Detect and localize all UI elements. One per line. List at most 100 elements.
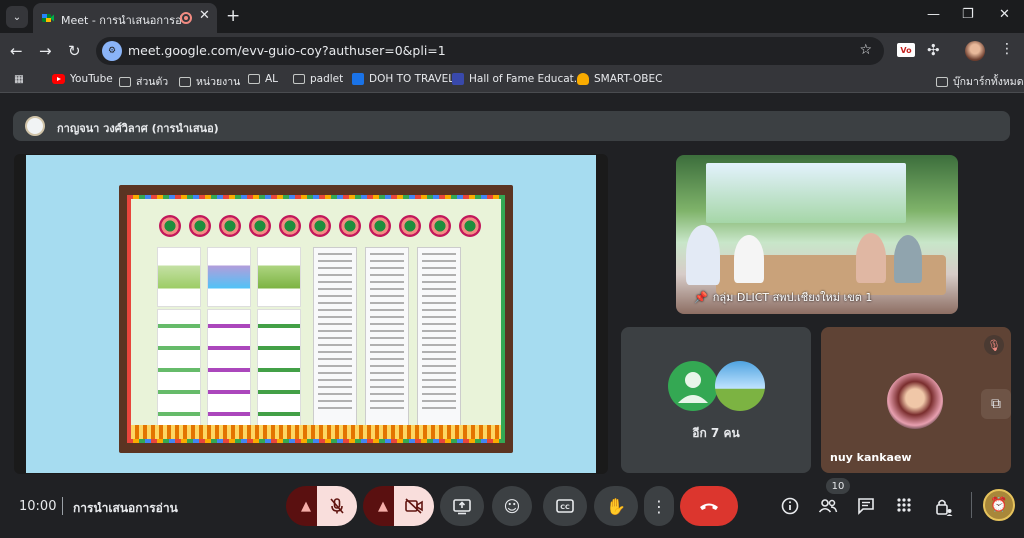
folder-icon (248, 74, 260, 84)
participant-label: 📌 กลุ่ม DLICT สพป.เชียงใหม่ เขต 1 (694, 288, 872, 306)
bookmark-doh-to-travel[interactable]: DOH TO TRAVEL (352, 73, 454, 85)
bookmark-label: YouTube (70, 73, 113, 85)
minimize-button[interactable]: — (927, 7, 940, 22)
new-tab-button[interactable]: + (226, 6, 240, 26)
chrome-menu-icon[interactable]: ⋮ (1000, 41, 1014, 57)
participant-tile-more[interactable]: อีก 7 คน (621, 327, 811, 473)
people-button[interactable] (818, 497, 838, 519)
flower-decoration (429, 215, 451, 237)
word-card-column (207, 309, 251, 427)
info-icon (781, 497, 799, 515)
mic-toggle-button[interactable] (317, 486, 357, 526)
presentation-tile[interactable] (14, 154, 608, 474)
present-screen-button[interactable] (440, 486, 484, 526)
active-tab[interactable]: Meet - การนำเสนอการอ่าน ✕ (33, 3, 217, 33)
reading-sheet-column (365, 247, 409, 427)
extensions-puzzle-icon[interactable]: ✣ (927, 41, 940, 59)
tab-search-button[interactable]: ⌄ (6, 6, 28, 28)
flower-decoration (159, 215, 181, 237)
flower-decoration (369, 215, 391, 237)
participant-tile-nuy[interactable]: 🎙 ⧉ nuy kankaew (821, 327, 1011, 473)
hand-icon: ✋ (606, 496, 626, 516)
participant-name: nuy kankaew (830, 451, 912, 464)
hof-icon (452, 73, 464, 85)
present-screen-icon (453, 499, 471, 515)
emoji-icon: ☺ (503, 496, 521, 516)
flower-decoration (189, 215, 211, 237)
bookmark-youtube[interactable]: YouTube (52, 73, 113, 85)
profile-avatar[interactable] (965, 41, 985, 61)
reload-button[interactable]: ↻ (68, 42, 81, 60)
participant-avatar (715, 361, 765, 411)
bookmark-folder-padlet[interactable]: padlet (293, 73, 343, 85)
meeting-clock: 10:00 (19, 499, 57, 514)
obec-icon (577, 73, 589, 85)
bookmark-label: บุ๊กมาร์กทั้งหมด (953, 76, 1024, 88)
camera-off-icon (405, 498, 423, 514)
bookmark-label: Hall of Fame Educat... (469, 73, 584, 85)
participant-tile-group[interactable]: 📌 กลุ่ม DLICT สพป.เชียงใหม่ เขต 1 (676, 155, 958, 314)
person-image (856, 233, 886, 283)
tab-close-button[interactable]: ✕ (199, 8, 210, 23)
tab-strip: ⌄ Meet - การนำเสนอการอ่าน ✕ + — ❐ ✕ (0, 0, 1024, 33)
flower-decoration (249, 215, 271, 237)
person-image (894, 235, 922, 283)
lock-person-icon (936, 499, 953, 516)
flower-decoration (399, 215, 421, 237)
participant-avatar (887, 373, 943, 429)
end-call-button[interactable] (680, 486, 738, 526)
browser-toolbar: ← → ↻ ⚙ meet.google.com/evv-guio-coy?aut… (0, 33, 1024, 69)
restore-button[interactable]: ❐ (962, 7, 974, 22)
url-text[interactable]: meet.google.com/evv-guio-coy?authuser=0&… (128, 43, 446, 58)
more-vertical-icon: ⋮ (651, 496, 667, 516)
mic-off-icon (330, 498, 344, 514)
side-panel-toggle-icon[interactable]: ⧉ (981, 389, 1011, 419)
extension-icon[interactable]: Vo (897, 43, 915, 57)
back-button[interactable]: ← (10, 42, 23, 60)
board-surface (127, 195, 505, 443)
bookmark-folder-al[interactable]: AL (248, 73, 278, 85)
poster-card (257, 247, 301, 307)
captions-button[interactable]: CC (543, 486, 587, 526)
close-window-button[interactable]: ✕ (999, 7, 1010, 22)
host-controls-button[interactable] (934, 497, 954, 521)
meeting-info-button[interactable] (781, 497, 799, 519)
poster-card (157, 247, 201, 307)
raise-hand-button[interactable]: ✋ (594, 486, 638, 526)
activities-grid-button[interactable] (896, 497, 912, 517)
flower-decoration (279, 215, 301, 237)
participant-name: กลุ่ม DLICT สพป.เชียงใหม่ เขต 1 (712, 291, 873, 304)
captions-icon: CC (556, 499, 574, 513)
bookmark-folder-agency[interactable]: หน่วยงาน (179, 73, 240, 90)
word-card-column (157, 309, 201, 427)
presenter-name: กาญจนา วงศ์วิลาศ (การนำเสนอ) (57, 122, 219, 135)
bookmark-smart-obec[interactable]: SMART-OBEC (577, 73, 662, 85)
camera-toggle-button[interactable] (394, 486, 434, 526)
fence-border-decoration (131, 425, 501, 439)
divider (971, 492, 972, 518)
phone-hangup-icon (700, 503, 718, 510)
presenter-bar: กาญจนา วงศ์วิลาศ (การนำเสนอ) (13, 111, 1010, 141)
chat-icon (858, 498, 874, 515)
people-count-badge: 10 (826, 478, 850, 494)
more-options-button[interactable]: ⋮ (644, 486, 674, 526)
address-bar[interactable]: ⚙ meet.google.com/evv-guio-coy?authuser=… (96, 37, 884, 65)
person-image (686, 225, 720, 285)
bookmark-folder-personal[interactable]: ส่วนตัว (119, 73, 168, 90)
all-bookmarks[interactable]: บุ๊กมาร์กทั้งหมด (936, 73, 1024, 90)
bookmark-star-icon[interactable]: ☆ (859, 42, 872, 58)
site-info-icon[interactable]: ⚙ (102, 41, 122, 61)
apps-grid-icon[interactable]: ▦ (14, 73, 24, 85)
forward-button[interactable]: → (39, 42, 52, 60)
timer-icon: ⏰ (990, 497, 1008, 513)
more-participants-label: อีก 7 คน (692, 426, 740, 440)
flower-decoration (459, 215, 481, 237)
doh-icon (352, 73, 364, 85)
flower-decoration (219, 215, 241, 237)
meet-stage: กาญจนา วงศ์วิลาศ (การนำเสนอ) 📌 กลุ่ม DLI… (0, 94, 1024, 538)
chat-button[interactable] (857, 497, 875, 519)
reactions-button[interactable]: ☺ (492, 486, 532, 526)
bookmark-hall-of-fame[interactable]: Hall of Fame Educat... (452, 73, 584, 85)
timer-button[interactable]: ⏰ (983, 489, 1015, 521)
reading-board-image (119, 185, 513, 453)
